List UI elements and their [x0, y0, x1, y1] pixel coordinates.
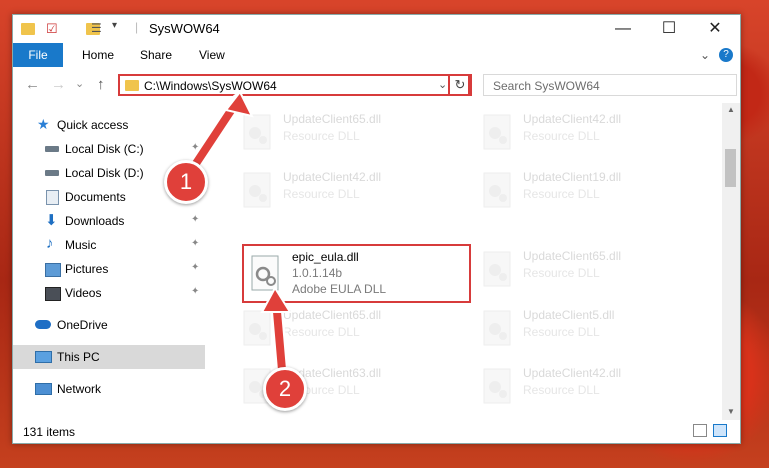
callout-1: 1 — [164, 160, 208, 204]
arrow-2-head — [260, 286, 292, 313]
callout-2: 2 — [263, 367, 307, 411]
annotation-arrows — [188, 90, 292, 377]
